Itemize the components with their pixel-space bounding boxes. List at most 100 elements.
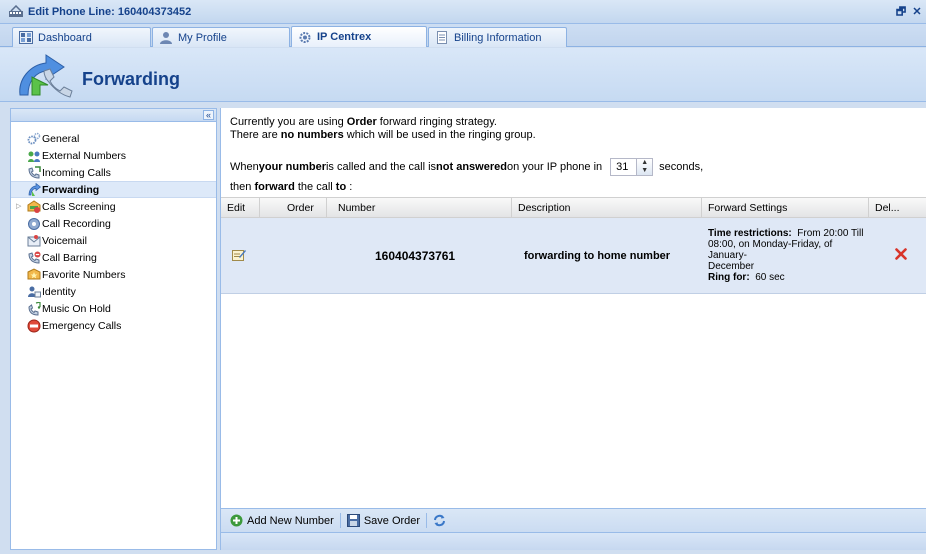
order-cell [260,218,327,293]
close-button[interactable]: ✕ [910,5,924,19]
grid-header: Edit Order Number Description Forward Se… [221,197,926,218]
calls-screening-icon [27,199,41,214]
expand-arrow-icon[interactable]: ▷ [16,202,21,210]
info-text: which will be used in the ringing group. [343,129,536,141]
sidebar-header: « [11,109,216,122]
timeout-line: When your number is called and the call … [230,158,703,176]
tab-ip-centrex[interactable]: IP Centrex [291,26,427,47]
sidebar-item-external-numbers[interactable]: External Numbers [11,147,216,164]
time-restrictions-text: December [708,261,755,272]
add-new-number-label: Add New Number [247,514,334,527]
save-order-label: Save Order [363,514,421,527]
tab-dashboard[interactable]: Dashboard [12,27,151,47]
save-order-button[interactable]: Save Order [346,514,421,527]
column-header-delete[interactable]: Del... [869,198,926,218]
ringing-group-line: There are no numbers which will be used … [230,129,920,142]
table-row[interactable]: 160404373761 forwarding to home number T… [221,218,926,294]
incoming-calls-icon [27,165,41,180]
sidebar-item-incoming-calls[interactable]: Incoming Calls [11,164,216,181]
sidebar-item-label: Favorite Numbers [42,268,126,281]
tab-billing-information[interactable]: Billing Information [428,27,567,47]
save-icon [346,514,360,527]
voicemail-icon [27,234,41,248]
info-bold-text: not answered [436,160,507,173]
toolbar-separator [339,513,341,528]
sidebar-item-voicemail[interactable]: Voicemail [11,232,216,249]
column-header-description[interactable]: Description [512,198,702,218]
sidebar-item-favorite-numbers[interactable]: Favorite Numbers [11,266,216,283]
main-panel: Currently you are using Order forward ri… [220,108,926,550]
collapse-sidebar-button[interactable]: « [203,110,214,120]
sidebar-item-emergency-calls[interactable]: Emergency Calls [11,317,216,334]
column-header-edit[interactable]: Edit [221,198,260,218]
sidebar-item-label: Forwarding [42,183,100,196]
delete-icon[interactable] [895,248,907,263]
info-text: seconds, [659,160,704,173]
user-icon [159,31,173,44]
delete-cell [869,218,926,293]
grid-toolbar: Add New Number Save Order [221,508,926,532]
tab-my-profile[interactable]: My Profile [152,27,290,47]
sidebar-item-label: Incoming Calls [42,166,111,179]
sidebar-item-label: Call Barring [42,251,97,264]
column-header-order[interactable]: Order [260,198,327,218]
sidebar-item-call-recording[interactable]: Call Recording [11,215,216,232]
sidebar-item-label: General [42,132,80,145]
info-text: Currently you are using [230,116,347,128]
add-icon [230,514,243,527]
sidebar-item-music-on-hold[interactable]: Music On Hold [11,300,216,317]
refresh-icon [433,514,446,527]
edit-cell [221,218,260,293]
sidebar-item-general[interactable]: General [11,130,216,147]
sidebar-tree: General External Numbers Incoming Calls … [11,122,216,334]
info-text: is called and the call is [325,160,437,173]
forwarding-icon [27,182,42,197]
call-recording-icon [27,217,41,231]
phone-line-icon [8,4,24,19]
time-restrictions-text: 08:00, on Monday-Friday, of January- [708,239,833,261]
sidebar-item-label: Call Recording [42,217,111,230]
sidebar-item-identity[interactable]: Identity [11,283,216,300]
forwarding-icon [12,51,78,101]
time-restrictions: Time restrictions: From 20:00 Till [708,228,863,239]
info-text: When [230,160,259,173]
time-restrictions-text: From 20:00 Till [797,228,864,239]
sidebar-item-forwarding[interactable]: Forwarding [11,181,216,198]
info-bold-text: no numbers [280,129,344,141]
timeout-spinner: ▲▼ [610,158,654,176]
tab-label: IP Centrex [317,31,372,43]
sidebar-item-label: Voicemail [42,234,87,247]
window-title: Edit Phone Line: 160404373452 [28,5,192,18]
music-icon [27,300,41,316]
column-header-number[interactable]: Number [327,198,512,218]
restore-button[interactable]: 🗗 [894,5,908,19]
forwarding-info: Currently you are using Order forward ri… [230,116,920,193]
strategy-line: Currently you are using Order forward ri… [230,116,920,129]
info-bold-text: your number [258,160,326,173]
edit-icon[interactable] [232,248,246,264]
document-icon [435,31,449,44]
forward-to-line: then forward the call to : [230,181,352,194]
info-text: There are [230,129,281,141]
window-titlebar: Edit Phone Line: 160404373452 🗗 ✕ [0,0,926,24]
sidebar-item-call-barring[interactable]: Call Barring [11,249,216,266]
emergency-icon [27,319,41,333]
strategy-name: Order [346,116,377,128]
identity-icon [27,285,41,299]
sidebar-item-label: Calls Screening [42,200,116,213]
number-cell: 160404373761 [375,248,456,263]
info-text: the call [294,181,336,193]
spinner-arrows-icon[interactable]: ▲ ▼ [637,158,654,176]
add-new-number-button[interactable]: Add New Number [230,514,334,527]
forward-numbers-grid: Edit Order Number Description Forward Se… [221,197,926,294]
info-bold-text: forward [254,181,295,193]
column-header-forward-settings[interactable]: Forward Settings [702,198,869,218]
sidebar: « General External Numbers Incoming Call… [10,108,217,550]
tab-label: My Profile [178,31,227,44]
description-cell: forwarding to home number [524,249,671,262]
refresh-button[interactable] [433,514,450,527]
sidebar-item-calls-screening[interactable]: ▷ Calls Screening [11,198,216,215]
toolbar-separator [426,513,428,528]
timeout-input[interactable] [610,158,638,176]
external-numbers-icon [27,149,41,163]
